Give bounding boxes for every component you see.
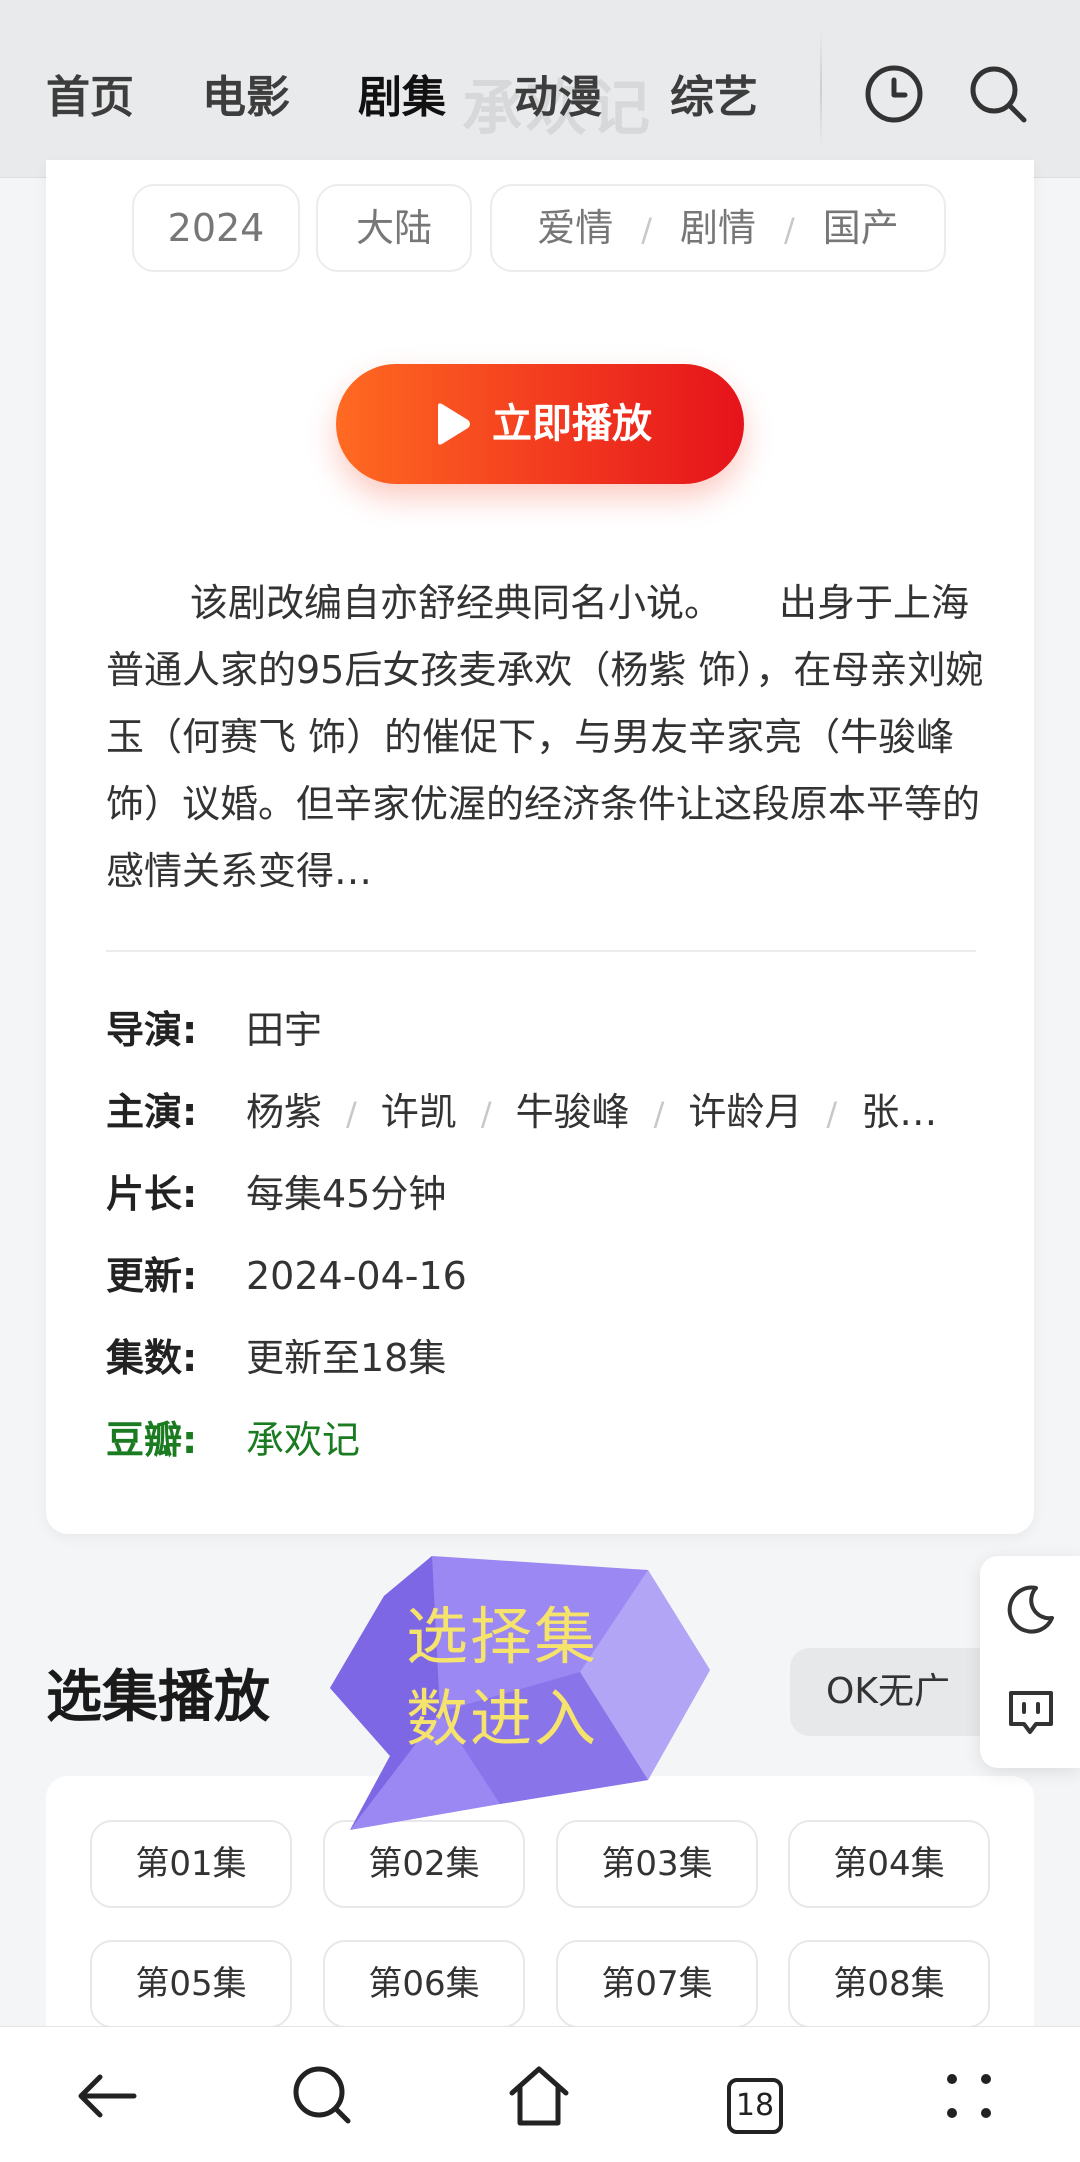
episode-button[interactable]: 第05集 (90, 1940, 292, 2028)
updated-value: 2024-04-16 (246, 1254, 467, 1298)
episode-button[interactable]: 第06集 (323, 1940, 525, 2028)
top-nav: 承欢记 首页 电影 剧集 动漫 综艺 (0, 0, 1080, 178)
detail-card: 2024 大陆 爱情 / 剧情 / 国产 立即播放 该剧改编自亦舒经典同名小说。 出身于… (46, 160, 1034, 1534)
tabs-count-button[interactable]: 18 (727, 2078, 783, 2134)
episode-button[interactable]: 第03集 (556, 1820, 758, 1908)
episodes-section-title: 选集播放 (46, 1665, 270, 1730)
source-selector-label: OK无广 (826, 1671, 950, 1712)
episodes-count-label: 集数: (106, 1336, 198, 1380)
nav-item-variety[interactable]: 综艺 (670, 68, 758, 128)
episode-button[interactable]: 第02集 (323, 1820, 525, 1908)
episode-button[interactable]: 第08集 (788, 1940, 990, 2028)
tag-region[interactable]: 大陆 (316, 184, 472, 272)
history-clock-icon[interactable] (862, 62, 926, 126)
nav-item-series[interactable]: 剧集 (358, 68, 446, 128)
more-menu-icon[interactable] (934, 2061, 1004, 2131)
douban-link[interactable]: 承欢记 (246, 1410, 360, 1470)
browser-bottom-bar (0, 2026, 1080, 2162)
episode-button[interactable]: 第04集 (788, 1820, 990, 1908)
bubble-line-1: 选择集 (406, 1600, 599, 1673)
tag-year[interactable]: 2024 (132, 184, 300, 272)
duration-label: 片长: (106, 1172, 198, 1216)
nav-divider (820, 30, 822, 148)
director-link[interactable]: 田宇 (246, 1000, 322, 1060)
cast-label: 主演: (106, 1090, 198, 1134)
tag-genre[interactable]: 国产 (823, 206, 899, 250)
episodes-count-value: 更新至18集 (246, 1336, 447, 1380)
play-now-label: 立即播放 (492, 401, 652, 447)
speech-bubble-text: 选择集 数进入 (406, 1596, 646, 1760)
cast-link[interactable]: 许龄月 (688, 1090, 802, 1134)
updated-label: 更新: (106, 1254, 198, 1298)
search-icon[interactable] (288, 2061, 358, 2131)
divider (106, 950, 976, 952)
cast-list: 杨紫 / 许凯 / 牛骏峰 / 许龄月 / 张… (246, 1090, 938, 1134)
episode-button[interactable]: 第01集 (90, 1820, 292, 1908)
synopsis: 该剧改编自亦舒经典同名小说。 出身于上海普通人家的95后女孩麦承欢（杨紫 饰），… (106, 581, 984, 893)
nav-item-anime[interactable]: 动漫 (514, 68, 602, 128)
episode-button[interactable]: 第07集 (556, 1940, 758, 2028)
source-selector[interactable]: OK无广 (790, 1648, 1010, 1736)
duration-value: 每集45分钟 (246, 1172, 447, 1216)
dark-mode-moon-icon[interactable] (1006, 1584, 1056, 1636)
play-now-button[interactable]: 立即播放 (336, 364, 744, 484)
play-icon (438, 403, 470, 445)
nav-item-series-label: 剧集 (358, 72, 446, 123)
director-label: 导演: (106, 1008, 198, 1052)
douban-label: 豆瓣: (106, 1418, 198, 1462)
cast-link[interactable]: 杨紫 (246, 1090, 322, 1134)
cast-link[interactable]: 牛骏峰 (516, 1090, 630, 1134)
tag-genres: 爱情 / 剧情 / 国产 (490, 184, 946, 272)
cast-link[interactable]: 张… (861, 1090, 937, 1134)
side-floating-toolbar (980, 1556, 1080, 1768)
search-icon[interactable] (966, 62, 1030, 126)
home-icon[interactable] (504, 2061, 574, 2131)
tag-genre[interactable]: 爱情 (537, 206, 613, 250)
feedback-chat-icon[interactable] (1006, 1688, 1056, 1738)
cast-link[interactable]: 许凯 (381, 1090, 457, 1134)
nav-item-movies[interactable]: 电影 (202, 68, 290, 128)
tag-genre[interactable]: 剧情 (680, 206, 756, 250)
bubble-line-2: 数进入 (406, 1682, 599, 1755)
nav-item-home[interactable]: 首页 (46, 68, 134, 128)
back-arrow-icon[interactable] (72, 2061, 142, 2131)
